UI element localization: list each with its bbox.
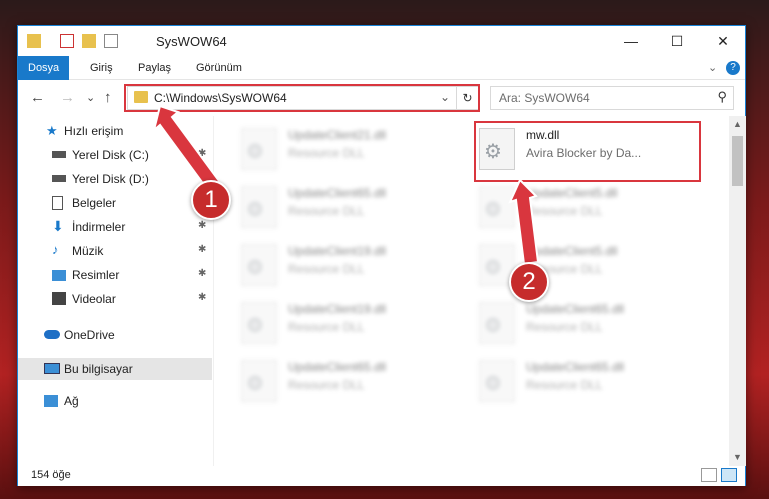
arrow-2	[508, 178, 540, 266]
callout-one: 1	[191, 180, 231, 220]
callout-two: 2	[509, 262, 549, 302]
annotation-arrows	[152, 104, 540, 266]
